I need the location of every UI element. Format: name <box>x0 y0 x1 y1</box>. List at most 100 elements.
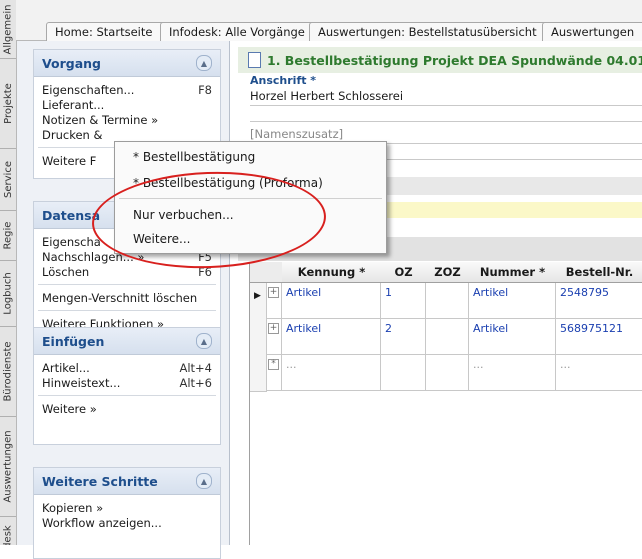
vtab-logbuch[interactable]: Logbuch <box>0 260 16 327</box>
column-header-nummer[interactable]: Nummer * <box>469 262 557 283</box>
tab-label: Auswertungen: Bestellstatusübersicht <box>318 25 537 39</box>
item-label: Eigenscha <box>42 235 101 249</box>
section-weitere-schritte: Weitere Schritte ▲ Kopieren » Workflow a… <box>33 467 221 559</box>
menu-item-artikel[interactable]: Artikel... Alt+4 <box>34 361 220 376</box>
vtab-label: Auswertungen <box>2 429 14 503</box>
document-tab-bar: Home: Startseite Infodesk: Alle Vorgänge… <box>16 0 642 41</box>
item-label: Weitere F <box>42 154 97 168</box>
column-label: Bestell-Nr. <box>565 265 634 279</box>
vtab-label: Service <box>2 160 14 198</box>
row-selector[interactable] <box>250 355 267 392</box>
column-header-oz[interactable]: OZ <box>381 262 427 283</box>
tab-home-startseite[interactable]: Home: Startseite <box>46 22 169 41</box>
cell-oz[interactable]: 2 <box>381 319 426 355</box>
vtab-auswertungen[interactable]: Auswertungen <box>0 416 16 517</box>
item-shortcut: F8 <box>198 83 212 97</box>
item-label: Kopieren » <box>42 501 104 515</box>
plus-icon: + <box>268 323 279 334</box>
vtab-infodesk[interactable]: Infodesk <box>0 516 16 545</box>
tab-label: Home: Startseite <box>55 25 153 39</box>
section-title: Einfügen <box>42 333 105 349</box>
chevron-up-icon[interactable]: ▲ <box>196 333 212 349</box>
tab-bestellstatus[interactable]: Auswertungen: Bestellstatusübersicht✕ <box>309 22 552 41</box>
cell-zoz-new[interactable] <box>426 355 469 391</box>
tab-auswertungen[interactable]: Auswertungen <box>542 22 642 41</box>
item-label: Löschen <box>42 265 90 279</box>
vtab-label: Regie <box>2 221 14 249</box>
cell-bestell-nr[interactable]: 568975121 <box>556 319 642 355</box>
item-label: Weitere » <box>42 402 97 416</box>
grid-corner <box>250 262 283 283</box>
plus-icon: + <box>268 287 279 298</box>
item-label: Artikel... <box>42 361 90 375</box>
divider <box>38 395 216 396</box>
cell-oz-new[interactable] <box>381 355 426 391</box>
menu-item-bestellbestaetigung[interactable]: * Bestellbestätigung <box>133 150 255 164</box>
cell-bestell-nr-new[interactable]: ... <box>556 355 642 391</box>
row-selector[interactable]: ▶ <box>250 283 267 320</box>
menu-item-lieferant[interactable]: Lieferant... <box>34 98 220 113</box>
vtab-service[interactable]: Service <box>0 148 16 211</box>
vtab-allgemein[interactable]: Allgemein <box>0 0 16 59</box>
cell-zoz[interactable] <box>426 319 469 355</box>
cell-bestell-nr[interactable]: 2548795 <box>556 283 642 319</box>
positions-grid: Kennung * OZ ZOZ Nummer * Bestell-Nr. ▶ … <box>249 262 642 545</box>
menu-item-weitere[interactable]: Weitere » <box>34 402 220 417</box>
vtab-label: Allgemein <box>2 4 14 54</box>
chevron-up-icon[interactable]: ▲ <box>196 473 212 489</box>
cell-kennung-new[interactable]: ... <box>282 355 381 391</box>
vtab-label: Logbuch <box>2 271 14 315</box>
anschrift-field[interactable]: Horzel Herbert Schlosserei <box>250 89 403 103</box>
tab-label: Auswertungen <box>551 25 635 39</box>
item-label: Eigenschaften... <box>42 83 135 97</box>
new-row-indicator[interactable]: * <box>266 355 282 391</box>
item-shortcut: Alt+4 <box>179 361 212 375</box>
section-title: Vorgang <box>42 55 101 71</box>
document-title: 1. Bestellbestätigung Projekt DEA Spundw… <box>267 52 642 68</box>
menu-item-workflow[interactable]: Workflow anzeigen... <box>34 516 220 531</box>
vtab-regie[interactable]: Regie <box>0 210 16 261</box>
asterisk-icon: * <box>268 359 279 370</box>
menu-item-eigenschaften[interactable]: Eigenschaften... F8 <box>34 83 220 98</box>
namenszusatz-field[interactable]: [Namenszusatz] <box>250 127 343 141</box>
row-selector[interactable] <box>250 319 267 356</box>
cell-zoz[interactable] <box>426 283 469 319</box>
menu-item-mengen-verschnitt[interactable]: Mengen-Verschnitt löschen <box>34 291 220 306</box>
cell-nummer-new[interactable]: ... <box>469 355 556 391</box>
section-einfuegen: Einfügen ▲ Artikel... Alt+4 Hinweistext..… <box>33 327 221 445</box>
cell-nummer[interactable]: Artikel <box>469 319 556 355</box>
section-header[interactable]: Vorgang ▲ <box>34 50 220 77</box>
column-header-bestell-nr[interactable]: Bestell-Nr. <box>556 262 642 283</box>
document-icon <box>248 52 261 68</box>
tab-infodesk[interactable]: Infodesk: Alle Vorgänge✕ <box>160 22 318 41</box>
vertical-tab-strip: Allgemein Projekte Service Regie Logbuch… <box>0 0 17 545</box>
menu-item-hinweistext[interactable]: Hinweistext... Alt+6 <box>34 376 220 391</box>
document-title-bar: 1. Bestellbestätigung Projekt DEA Spundw… <box>238 47 642 73</box>
cell-nummer[interactable]: Artikel <box>469 283 556 319</box>
vtab-projekte[interactable]: Projekte <box>0 58 16 149</box>
cell-oz[interactable]: 1 <box>381 283 426 319</box>
menu-item-notizen[interactable]: Notizen & Termine » <box>34 113 220 128</box>
vtab-buerodienste[interactable]: Bürodienste <box>0 326 16 417</box>
cell-kennung[interactable]: Artikel <box>282 283 381 319</box>
table-row-expander[interactable]: + <box>266 319 282 355</box>
table-row-expander[interactable]: + <box>266 283 282 319</box>
task-pane: Vorgang ▲ Eigenschaften... F8 Lieferant..… <box>17 41 230 559</box>
item-label: Hinweistext... <box>42 376 121 390</box>
item-label: Notizen & Termine » <box>42 113 159 127</box>
item-label: Mengen-Verschnitt löschen <box>42 291 198 305</box>
divider <box>38 284 216 285</box>
divider <box>250 121 642 122</box>
current-row-icon: ▶ <box>254 291 261 301</box>
section-header[interactable]: Weitere Schritte ▲ <box>34 468 220 495</box>
item-label: Lieferant... <box>42 98 105 112</box>
column-header-zoz[interactable]: ZOZ <box>426 262 470 283</box>
column-header-kennung[interactable]: Kennung * <box>282 262 382 283</box>
section-header[interactable]: Einfügen ▲ <box>34 328 220 355</box>
vtab-label: Bürodienste <box>2 340 14 402</box>
item-label: Drucken & <box>42 128 103 142</box>
chevron-up-icon[interactable]: ▲ <box>196 55 212 71</box>
section-title: Weitere Schritte <box>42 473 158 489</box>
menu-item-kopieren[interactable]: Kopieren » <box>34 501 220 516</box>
cell-kennung[interactable]: Artikel <box>282 319 381 355</box>
